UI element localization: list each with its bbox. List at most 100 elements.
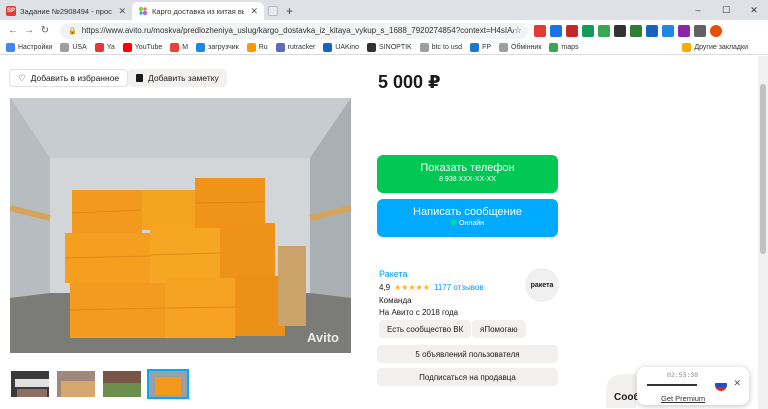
bookmark-item[interactable]: M: [170, 43, 188, 52]
ya-pomogayu-badge[interactable]: яПомогаю: [472, 320, 526, 338]
seller-info: Ракета 4,9 ★★★★★ 1177 отзывов Команда На…: [379, 269, 484, 320]
extension-icon[interactable]: [566, 24, 578, 37]
bookmark-label: USA: [72, 44, 87, 51]
thumbnail-1[interactable]: [9, 369, 51, 399]
bookmark-favicon-icon: [196, 43, 206, 52]
bookmark-favicon-icon: [419, 43, 429, 52]
maximize-button[interactable]: ☐: [712, 0, 740, 20]
thumbnail-2[interactable]: [55, 369, 97, 399]
bookmark-item[interactable]: Ru: [246, 43, 268, 52]
seller-rating: 4,9 ★★★★★ 1177 отзывов: [379, 283, 484, 292]
show-phone-label: Показать телефон: [420, 162, 515, 174]
cargo-photo: [10, 98, 351, 353]
extension-icon[interactable]: [646, 24, 658, 37]
messages-partial-label[interactable]: Сооб: [614, 392, 640, 403]
scrollbar-thumb[interactable]: [760, 84, 766, 254]
puzzle-icon[interactable]: [694, 24, 706, 37]
bookmark-favicon-icon: [470, 43, 480, 52]
other-bookmarks[interactable]: Другие закладки: [682, 43, 748, 52]
bookmark-item[interactable]: maps: [549, 43, 579, 52]
bookmark-label: FP: [482, 44, 492, 51]
bookmark-label: Настройки: [18, 44, 53, 51]
bookmark-favicon-icon: [549, 43, 559, 52]
bookmark-item[interactable]: YouTube: [122, 43, 162, 52]
bookmark-favicon-icon: [94, 43, 104, 52]
online-dot-icon: [450, 220, 456, 225]
extension-icon[interactable]: [550, 24, 562, 37]
vk-community-badge[interactable]: Есть сообщество ВК: [379, 320, 472, 338]
add-note-button[interactable]: Добавить заметку: [128, 69, 227, 87]
bookmark-favicon-icon: [246, 43, 256, 52]
vpn-popup: 02:53:38 ✕ Get Premium: [637, 367, 749, 405]
sp-favicon-icon: SP: [6, 6, 16, 16]
thumbnail-4-selected[interactable]: [147, 369, 189, 399]
thumbnail-3[interactable]: [101, 369, 143, 399]
seller-name-link[interactable]: Ракета: [379, 269, 484, 279]
bookmark-label: Ru: [258, 44, 268, 51]
heart-icon: ♡: [18, 72, 26, 83]
extension-icon[interactable]: [534, 24, 546, 37]
tab-task[interactable]: SP Задание №2908494 - просмотр з ✕: [0, 2, 132, 20]
reviews-link[interactable]: 1177 отзывов: [434, 283, 484, 292]
add-to-favorites-label: Добавить в избранное: [30, 73, 120, 83]
bookmark-item[interactable]: FP: [470, 43, 491, 52]
get-premium-link[interactable]: Get Premium: [661, 394, 705, 403]
subscribe-seller-button[interactable]: Подписаться на продавца: [377, 368, 558, 386]
back-icon[interactable]: ←: [6, 25, 20, 36]
close-tab-icon[interactable]: ✕: [118, 6, 126, 17]
avito-listing-page: ♡ Добавить в избранное Добавить заметку: [0, 56, 768, 409]
forward-icon[interactable]: →: [22, 25, 36, 36]
bookmark-favicon-icon: [122, 43, 132, 52]
bookmark-favicon-icon: [323, 43, 333, 52]
extension-icon[interactable]: [582, 24, 594, 37]
lock-icon[interactable]: 🔒: [68, 27, 77, 35]
bookmark-item[interactable]: SINOPTIK: [367, 43, 412, 52]
avito-watermark: Avito: [306, 330, 339, 345]
minimize-button[interactable]: –: [684, 0, 712, 20]
main-photo[interactable]: Avito: [10, 98, 351, 353]
extensions-area: [534, 24, 722, 37]
tab-title: Карго доставка из китая выкуп с: [152, 6, 244, 16]
bookmark-favicon-icon: [275, 43, 285, 52]
seller-avatar[interactable]: ракета: [525, 268, 559, 302]
bookmark-star-icon[interactable]: ☆: [514, 25, 522, 36]
extension-icon[interactable]: [678, 24, 690, 37]
bookmark-item[interactable]: загрузчик: [196, 43, 239, 52]
bookmark-item[interactable]: USA: [60, 43, 87, 52]
bookmark-label: btc to usd: [431, 44, 463, 51]
tab-avito[interactable]: Карго доставка из китая выкуп с ✕: [132, 2, 264, 20]
close-window-button[interactable]: ✕: [740, 0, 768, 20]
url-text: https://www.avito.ru/moskva/predlozheniy…: [81, 26, 514, 35]
bookmark-item[interactable]: UAKino: [323, 43, 359, 52]
bookmark-label: maps: [561, 44, 579, 51]
bookmark-item[interactable]: Ya: [94, 43, 115, 52]
tab-blank[interactable]: [264, 2, 282, 20]
seller-since: На Авито с 2018 года: [379, 308, 459, 317]
star-rating-icon: ★★★★★: [394, 283, 430, 292]
profile-avatar[interactable]: [710, 24, 722, 37]
bookmark-favicon-icon: [170, 43, 180, 52]
close-popup-icon[interactable]: ✕: [733, 378, 741, 389]
extension-icon[interactable]: [614, 24, 626, 37]
show-phone-button[interactable]: Показать телефон 8 938 XXX-XX-XX: [377, 155, 558, 193]
bookmark-item[interactable]: Обмінник: [499, 43, 541, 52]
folder-icon: [682, 43, 692, 52]
bookmark-item[interactable]: rutracker: [275, 43, 316, 52]
extension-icon[interactable]: [662, 24, 674, 37]
add-to-favorites-button[interactable]: ♡ Добавить в избранное: [9, 69, 129, 87]
tab-strip: SP Задание №2908494 - просмотр з ✕ Карго…: [0, 0, 768, 20]
write-message-button[interactable]: Написать сообщение Онлайн: [377, 199, 558, 237]
russia-flag-icon[interactable]: [715, 379, 727, 391]
new-tab-button[interactable]: +: [286, 2, 293, 20]
extension-icon[interactable]: [630, 24, 642, 37]
seller-listings-button[interactable]: 5 объявлений пользователя: [377, 345, 558, 363]
extension-icon[interactable]: [598, 24, 610, 37]
page-scrollbar[interactable]: [758, 56, 768, 409]
bookmark-item[interactable]: Настройки: [6, 43, 52, 52]
bookmark-item[interactable]: btc to usd: [419, 43, 463, 52]
bookmarks-bar: Настройки USA Ya YouTube Mзагрузчик Ru rutrack…: [0, 41, 768, 55]
bookmark-label: rutracker: [287, 44, 316, 51]
close-tab-icon[interactable]: ✕: [250, 6, 258, 17]
address-bar[interactable]: 🔒 https://www.avito.ru/moskva/predlozhen…: [60, 22, 528, 39]
reload-icon[interactable]: ↻: [38, 25, 52, 36]
